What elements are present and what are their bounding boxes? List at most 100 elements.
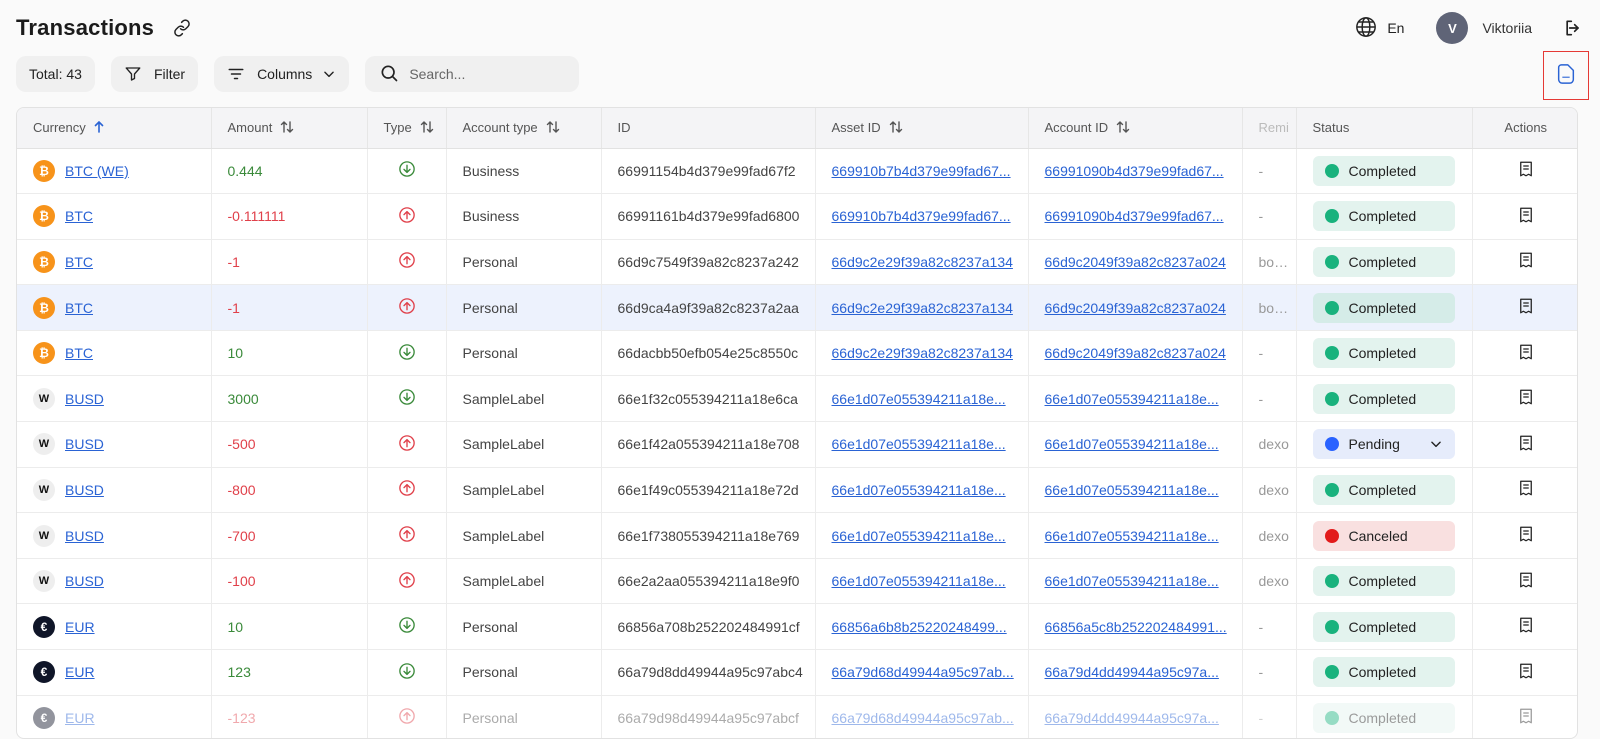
account-type-cell: Personal: [446, 239, 602, 286]
account-id-link[interactable]: 66e1d07e055394211a18e...: [1045, 482, 1219, 498]
asset-id-link[interactable]: 66d9c2e29f39a82c8237a134: [832, 300, 1013, 316]
table-row[interactable]: ₿ BTC -1 Personal 66d9c7549f39a82c8237a242 66…: [17, 239, 1577, 286]
column-header-type[interactable]: Type: [367, 108, 447, 149]
table-row[interactable]: ₿ BTC 10 Personal 66dacbb50efb054e25c8550c 66…: [17, 330, 1577, 377]
column-header-asset-id[interactable]: Asset ID: [815, 108, 1029, 149]
column-header-amount[interactable]: Amount: [211, 108, 368, 149]
status-dot: [1324, 300, 1339, 315]
table-row[interactable]: W BUSD 3000 SampleLabel 66e1f32c055394211a18…: [17, 375, 1577, 423]
columns-button[interactable]: Columns: [214, 56, 350, 92]
currency-link[interactable]: BTC: [65, 300, 93, 316]
account-id-link[interactable]: 66a79d4dd49944a95c97a...: [1045, 710, 1219, 726]
asset-id-link[interactable]: 66856a6b8b25220248499...: [832, 619, 1007, 635]
receipt-icon[interactable]: [1517, 343, 1535, 361]
status-cell: Completed: [1296, 695, 1473, 738]
currency-link[interactable]: EUR: [65, 710, 95, 726]
search-icon: [379, 63, 399, 86]
user-menu[interactable]: V Viktoriia: [1436, 12, 1532, 44]
currency-link[interactable]: BTC (WE): [65, 163, 129, 179]
table-row[interactable]: W BUSD -500 SampleLabel 66e1f42a055394211a18…: [17, 421, 1577, 468]
currency-link[interactable]: BUSD: [65, 482, 104, 498]
account-id-link[interactable]: 66e1d07e055394211a18e...: [1045, 436, 1219, 452]
asset-id-link[interactable]: 66d9c2e29f39a82c8237a134: [832, 345, 1013, 361]
currency-link[interactable]: EUR: [65, 664, 95, 680]
link-icon[interactable]: [172, 18, 192, 38]
currency-cell: ₿ BTC: [17, 239, 212, 286]
receipt-icon[interactable]: [1517, 206, 1535, 224]
currency-cell: W BUSD: [17, 467, 212, 514]
status-dot: [1324, 437, 1339, 452]
currency-link[interactable]: BUSD: [65, 573, 104, 589]
asset-id-link[interactable]: 669910b7b4d379e99fad67...: [832, 208, 1011, 224]
status-cell: Completed: [1296, 284, 1473, 331]
receipt-icon[interactable]: [1517, 662, 1535, 680]
busd-coin-icon: W: [33, 524, 55, 547]
receipt-icon[interactable]: [1517, 479, 1535, 497]
receipt-icon[interactable]: [1517, 388, 1535, 406]
status-badge: Completed: [1312, 566, 1455, 597]
account-id-link[interactable]: 66e1d07e055394211a18e...: [1045, 391, 1219, 407]
table-row[interactable]: ₿ BTC -0.111111 Business 66991161b4d379e99fa…: [17, 193, 1577, 240]
status-badge[interactable]: Pending: [1312, 429, 1455, 460]
receipt-icon[interactable]: [1517, 160, 1535, 178]
receipt-icon[interactable]: [1517, 434, 1535, 452]
table-row[interactable]: W BUSD -800 SampleLabel 66e1f49c055394211a18…: [17, 467, 1577, 514]
account-id-link[interactable]: 66d9c2049f39a82c8237a024: [1045, 300, 1226, 316]
filter-button[interactable]: Filter: [110, 56, 199, 92]
receipt-icon[interactable]: [1517, 525, 1535, 543]
column-header-currency[interactable]: Currency: [17, 108, 212, 149]
currency-cell: W BUSD: [17, 375, 212, 423]
account-id-link[interactable]: 66e1d07e055394211a18e...: [1045, 573, 1219, 589]
receipt-icon[interactable]: [1517, 571, 1535, 589]
currency-link[interactable]: EUR: [65, 619, 95, 635]
asset-id-link[interactable]: 66e1d07e055394211a18e...: [832, 528, 1006, 544]
receipt-icon[interactable]: [1517, 297, 1535, 315]
amount-cell: -0.111111: [211, 193, 368, 240]
account-id-link[interactable]: 66d9c2049f39a82c8237a024: [1045, 345, 1226, 361]
column-header-account-id[interactable]: Account ID: [1028, 108, 1243, 149]
asset-id-link[interactable]: 66e1d07e055394211a18e...: [832, 391, 1006, 407]
receipt-icon[interactable]: [1517, 707, 1535, 725]
asset-id-link[interactable]: 66e1d07e055394211a18e...: [832, 573, 1006, 589]
currency-link[interactable]: BUSD: [65, 528, 104, 544]
asset-id-link[interactable]: 66a79d68d49944a95c97ab...: [832, 710, 1014, 726]
table-row[interactable]: € EUR 10 Personal 66856a708b252202484991cf 66…: [17, 603, 1577, 651]
currency-link[interactable]: BUSD: [65, 436, 104, 452]
account-id-link[interactable]: 66e1d07e055394211a18e...: [1045, 528, 1219, 544]
account-id-link[interactable]: 66d9c2049f39a82c8237a024: [1045, 254, 1226, 270]
account-id-link[interactable]: 66a79d4dd49944a95c97a...: [1045, 664, 1219, 680]
status-badge: Completed: [1312, 702, 1455, 733]
table-row[interactable]: € EUR -123 Personal 66a79d98d49944a95c97abcf…: [17, 695, 1577, 738]
eur-coin-icon: €: [33, 706, 55, 729]
receipt-icon[interactable]: [1517, 616, 1535, 634]
status-dot: [1324, 391, 1339, 406]
table-row[interactable]: W BUSD -100 SampleLabel 66e2a2aa055394211a18…: [17, 558, 1577, 605]
asset-id-link[interactable]: 669910b7b4d379e99fad67...: [832, 163, 1011, 179]
account-id-link[interactable]: 66991090b4d379e99fad67...: [1045, 208, 1224, 224]
table-row[interactable]: ₿ BTC -1 Personal 66d9ca4a9f39a82c8237a2aa 66…: [17, 284, 1577, 331]
user-name: Viktoriia: [1482, 20, 1532, 36]
currency-link[interactable]: BTC: [65, 254, 93, 270]
account-id-link[interactable]: 66856a5c8b252202484991...: [1045, 619, 1227, 635]
currency-link[interactable]: BTC: [65, 208, 93, 224]
remark-cell: -: [1242, 330, 1297, 377]
asset-id-link[interactable]: 66e1d07e055394211a18e...: [832, 436, 1006, 452]
column-header-account-type[interactable]: Account type: [446, 108, 602, 149]
status-label: Completed: [1348, 299, 1417, 316]
asset-id-link[interactable]: 66d9c2e29f39a82c8237a134: [832, 254, 1013, 270]
status-dot: [1324, 710, 1339, 725]
table-row[interactable]: W BUSD -700 SampleLabel 66e1f738055394211a18…: [17, 512, 1577, 559]
export-csv-button[interactable]: [1543, 51, 1589, 100]
asset-id-link[interactable]: 66e1d07e055394211a18e...: [832, 482, 1006, 498]
table-row[interactable]: € EUR 123 Personal 66a79d8dd49944a95c97abc4 6…: [17, 649, 1577, 696]
currency-link[interactable]: BTC: [65, 345, 93, 361]
search-input[interactable]: [409, 66, 570, 82]
logout-icon[interactable]: [1562, 17, 1584, 39]
asset-id-link[interactable]: 66a79d68d49944a95c97ab...: [832, 664, 1014, 680]
currency-link[interactable]: BUSD: [65, 391, 104, 407]
table-row[interactable]: ₿ BTC (WE) 0.444 Business 66991154b4d379e99f…: [17, 148, 1577, 195]
account-id-link[interactable]: 66991090b4d379e99fad67...: [1045, 163, 1224, 179]
receipt-icon[interactable]: [1517, 251, 1535, 269]
busd-coin-icon: W: [33, 570, 55, 593]
language-selector[interactable]: En: [1355, 16, 1404, 41]
